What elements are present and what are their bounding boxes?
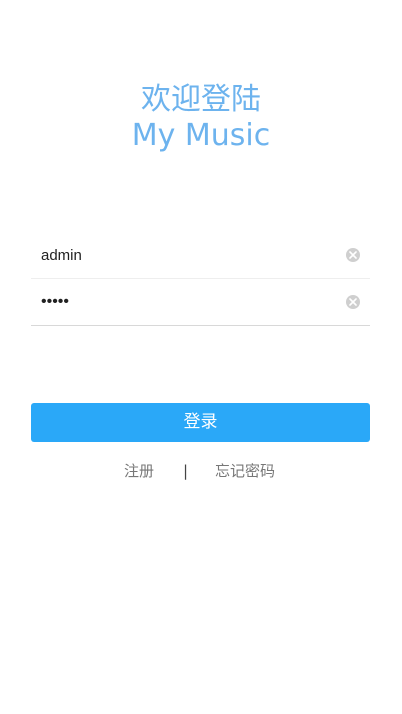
footer-links: 注册 | 忘记密码 — [0, 460, 402, 482]
login-button[interactable]: 登录 — [31, 403, 370, 442]
app-name-title: My Music — [131, 118, 271, 153]
register-link[interactable]: 注册 — [124, 460, 154, 482]
password-input[interactable] — [31, 287, 331, 317]
welcome-title: 欢迎登陆 — [141, 82, 261, 117]
username-field-row — [31, 232, 370, 279]
clear-password-icon[interactable] — [346, 295, 360, 309]
login-form — [31, 232, 370, 326]
login-page: 欢迎登陆 My Music 登录 注册 | 忘记密码 — [0, 0, 402, 714]
link-separator: | — [183, 462, 189, 480]
password-field-row — [31, 279, 370, 326]
clear-username-icon[interactable] — [346, 248, 360, 262]
username-input[interactable] — [31, 240, 331, 270]
forgot-password-link[interactable]: 忘记密码 — [215, 460, 275, 482]
